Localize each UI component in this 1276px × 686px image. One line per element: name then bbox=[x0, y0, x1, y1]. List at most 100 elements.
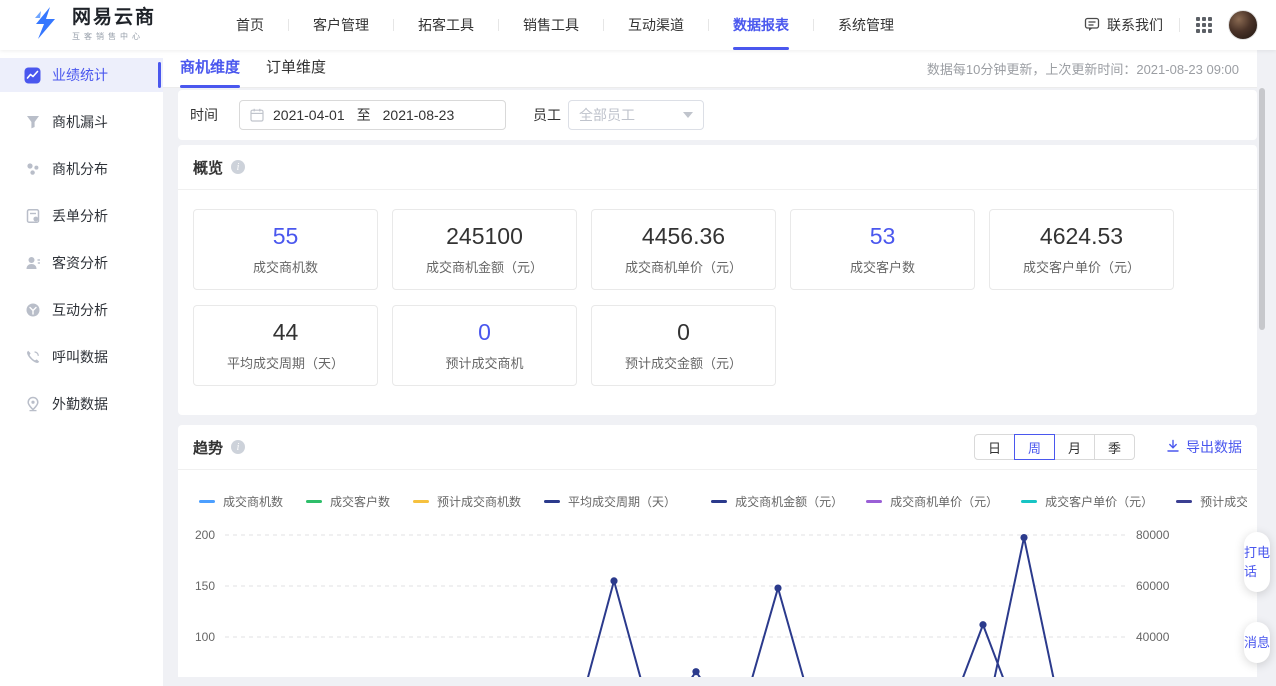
nav-item-reports[interactable]: 数据报表 bbox=[733, 0, 789, 50]
nav-item-home[interactable]: 首页 bbox=[236, 0, 264, 50]
tab-order-dimension[interactable]: 订单维度 bbox=[266, 50, 326, 88]
nav-item-customers[interactable]: 客户管理 bbox=[313, 0, 369, 50]
export-data-button[interactable]: 导出数据 bbox=[1166, 437, 1242, 457]
legend-item[interactable]: 成交商机数 bbox=[199, 493, 283, 509]
interaction-icon bbox=[24, 302, 41, 319]
stat-card-average-deal-cycle: 44 平均成交周期（天） bbox=[193, 305, 378, 386]
sidebar-item-interaction-analysis[interactable]: 互动分析 bbox=[0, 293, 163, 327]
legend-swatch bbox=[544, 500, 560, 503]
stat-label: 预计成交商机 bbox=[445, 353, 523, 372]
data-update-note: 数据每10分钟更新，上次更新时间：2021-08-23 09:00 bbox=[927, 59, 1239, 78]
main-nav: 首页 客户管理 拓客工具 销售工具 互动渠道 数据报表 系统管理 bbox=[236, 0, 894, 50]
nav-item-prospecting[interactable]: 拓客工具 bbox=[418, 0, 474, 50]
top-header: 网易云商 互客销售中心 首页 客户管理 拓客工具 销售工具 互动渠道 数据报表 … bbox=[0, 0, 1276, 50]
overview-title: 概览 bbox=[193, 157, 223, 178]
nav-separator bbox=[603, 19, 604, 31]
date-end-value[interactable]: 2021-08-23 bbox=[383, 107, 455, 123]
trend-line-chart: 200800001506000010040000 bbox=[178, 515, 1257, 686]
legend-item[interactable]: 成交客户单价（元） bbox=[1021, 493, 1153, 509]
stat-label: 成交商机单价（元） bbox=[625, 257, 742, 276]
trend-card: 趋势 日 周 月 季 导出数据 bbox=[178, 425, 1257, 686]
stat-value: 55 bbox=[273, 224, 299, 248]
sidebar-item-performance-stats[interactable]: 业绩统计 bbox=[0, 58, 163, 92]
chevron-down-icon bbox=[683, 112, 693, 118]
legend-swatch bbox=[1176, 500, 1192, 503]
overview-stats-grid: 55 成交商机数 245100 成交商机金额（元） 4456.36 成交商机单价… bbox=[178, 190, 1189, 386]
document-icon bbox=[24, 208, 41, 225]
vertical-scrollbar[interactable] bbox=[1259, 88, 1265, 330]
contact-us-label: 联系我们 bbox=[1107, 15, 1163, 35]
app-grid-icon[interactable] bbox=[1196, 17, 1212, 33]
staff-select[interactable]: 全部员工 bbox=[568, 100, 704, 130]
legend-item[interactable]: 成交商机金额（元） bbox=[711, 493, 843, 509]
legend-swatch bbox=[413, 500, 429, 503]
logo-title: 网易云商 bbox=[72, 8, 156, 28]
legend-item[interactable]: 成交客户数 bbox=[306, 493, 390, 509]
period-day-button[interactable]: 日 bbox=[974, 434, 1015, 460]
tab-opportunity-dimension[interactable]: 商机维度 bbox=[180, 50, 240, 88]
contact-us-button[interactable]: 联系我们 bbox=[1084, 15, 1163, 35]
sidebar-item-lost-deal-analysis[interactable]: 丢单分析 bbox=[0, 199, 163, 233]
line-chart-icon bbox=[24, 67, 41, 84]
main-content: 商机维度 订单维度 数据每10分钟更新，上次更新时间：2021-08-23 09… bbox=[163, 50, 1276, 686]
info-icon[interactable] bbox=[231, 160, 245, 174]
trend-title: 趋势 bbox=[193, 437, 223, 458]
stat-card-expected-deal-opportunities: 0 预计成交商机 bbox=[392, 305, 577, 386]
stat-label: 成交商机金额（元） bbox=[426, 257, 543, 276]
stat-value: 4624.53 bbox=[1040, 224, 1123, 248]
sidebar-item-opportunity-distribution[interactable]: 商机分布 bbox=[0, 152, 163, 186]
sidebar: 业绩统计 商机漏斗 商机分布 丢单分析 客资分析 互动分析 bbox=[0, 50, 163, 686]
calendar-icon bbox=[250, 108, 264, 122]
nav-separator bbox=[708, 19, 709, 31]
period-quarter-button[interactable]: 季 bbox=[1094, 434, 1135, 460]
location-pin-icon bbox=[24, 396, 41, 413]
export-data-label: 导出数据 bbox=[1186, 437, 1242, 457]
nav-separator bbox=[813, 19, 814, 31]
legend-swatch bbox=[306, 500, 322, 503]
stat-value: 0 bbox=[478, 320, 491, 344]
viewport-clip-strip bbox=[163, 677, 1276, 686]
sidebar-item-label: 互动分析 bbox=[52, 300, 108, 320]
stat-value: 44 bbox=[273, 320, 299, 344]
stat-card-deal-opportunity-amount: 245100 成交商机金额（元） bbox=[392, 209, 577, 290]
logo-subtitle: 互客销售中心 bbox=[72, 31, 156, 42]
legend-item[interactable]: 预计成交商机数 bbox=[413, 493, 521, 509]
sidebar-item-opportunity-funnel[interactable]: 商机漏斗 bbox=[0, 105, 163, 139]
stat-label: 成交客户数 bbox=[850, 257, 915, 276]
svg-text:200: 200 bbox=[195, 528, 215, 542]
legend-item[interactable]: 成交商机单价（元） bbox=[866, 493, 998, 509]
app-logo[interactable]: 网易云商 互客销售中心 bbox=[28, 5, 208, 46]
sidebar-item-label: 客资分析 bbox=[52, 253, 108, 273]
sidebar-item-call-data[interactable]: 呼叫数据 bbox=[0, 340, 163, 374]
info-icon[interactable] bbox=[231, 440, 245, 454]
period-month-button[interactable]: 月 bbox=[1054, 434, 1095, 460]
messages-floating-button[interactable]: 消息 bbox=[1244, 622, 1270, 663]
dimension-tabbar: 商机维度 订单维度 数据每10分钟更新，上次更新时间：2021-08-23 09… bbox=[163, 50, 1257, 88]
stat-label: 平均成交周期（天） bbox=[227, 353, 344, 372]
stat-label: 成交客户单价（元） bbox=[1023, 257, 1140, 276]
stat-value: 0 bbox=[677, 320, 690, 344]
cluster-icon bbox=[24, 161, 41, 178]
legend-item[interactable]: 平均成交周期（天） bbox=[544, 493, 676, 509]
stat-card-expected-deal-amount: 0 预计成交金额（元） bbox=[591, 305, 776, 386]
nav-item-sales-tools[interactable]: 销售工具 bbox=[523, 0, 579, 50]
stat-value: 4456.36 bbox=[642, 224, 725, 248]
sidebar-item-label: 商机分布 bbox=[52, 159, 108, 179]
staff-filter-label: 员工 bbox=[533, 105, 561, 125]
messages-label: 消息 bbox=[1244, 633, 1270, 652]
make-call-floating-button[interactable]: 打电话 bbox=[1244, 532, 1270, 592]
stat-value: 53 bbox=[870, 224, 896, 248]
period-week-button[interactable]: 周 bbox=[1014, 434, 1055, 460]
legend-item[interactable]: 预计成交金额（元） bbox=[1176, 493, 1247, 509]
svg-text:100: 100 bbox=[195, 630, 215, 644]
nav-item-system[interactable]: 系统管理 bbox=[838, 0, 894, 50]
date-start-value[interactable]: 2021-04-01 bbox=[273, 107, 345, 123]
logo-mark-icon bbox=[28, 5, 64, 46]
sidebar-item-field-data[interactable]: 外勤数据 bbox=[0, 387, 163, 421]
sidebar-item-lead-analysis[interactable]: 客资分析 bbox=[0, 246, 163, 280]
nav-item-channels[interactable]: 互动渠道 bbox=[628, 0, 684, 50]
user-avatar[interactable] bbox=[1228, 10, 1258, 40]
svg-text:60000: 60000 bbox=[1136, 579, 1170, 593]
stat-value: 245100 bbox=[446, 224, 523, 248]
date-range-picker[interactable]: 2021-04-01 至 2021-08-23 bbox=[239, 100, 506, 130]
